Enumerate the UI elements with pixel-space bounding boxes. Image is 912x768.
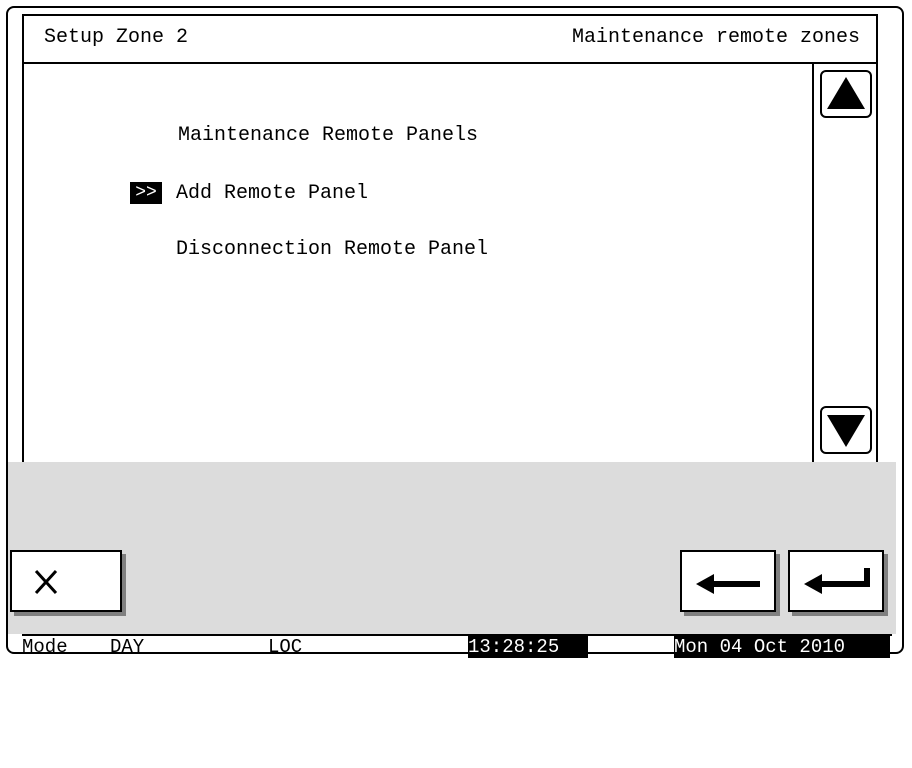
status-mode-label: Mode	[22, 636, 68, 658]
status-access-level: LOC	[268, 636, 303, 658]
menu-item-add-remote-panel[interactable]: Add Remote Panel	[176, 182, 368, 205]
scroll-up-button[interactable]	[820, 70, 872, 118]
arrow-left-icon	[696, 574, 760, 594]
status-time: 13:28:25	[468, 636, 588, 658]
screen-subtitle: Maintenance remote zones	[571, 26, 860, 49]
menu-title: Maintenance Remote Panels	[178, 124, 479, 147]
cancel-button[interactable]	[10, 550, 122, 612]
triangle-down-icon	[827, 415, 865, 447]
selection-cursor: >>	[130, 182, 162, 204]
triangle-up-icon	[827, 77, 865, 109]
x-icon	[34, 569, 58, 595]
enter-button[interactable]	[788, 550, 884, 612]
back-button[interactable]	[680, 550, 776, 612]
scroll-column	[812, 64, 878, 462]
screen-title: Setup Zone 2	[44, 26, 189, 49]
scroll-down-button[interactable]	[820, 406, 872, 454]
menu-item-disconnection-remote-panel[interactable]: Disconnection Remote Panel	[176, 238, 488, 261]
header-bar: Setup Zone 2 Maintenance remote zones	[22, 14, 878, 64]
status-date: Mon 04 Oct 2010	[674, 636, 890, 658]
status-mode-value: DAY	[110, 636, 145, 658]
enter-return-icon	[804, 568, 870, 594]
status-bar: Mode DAY LOC 13:28:25 Mon 04 Oct 2010	[22, 634, 892, 658]
